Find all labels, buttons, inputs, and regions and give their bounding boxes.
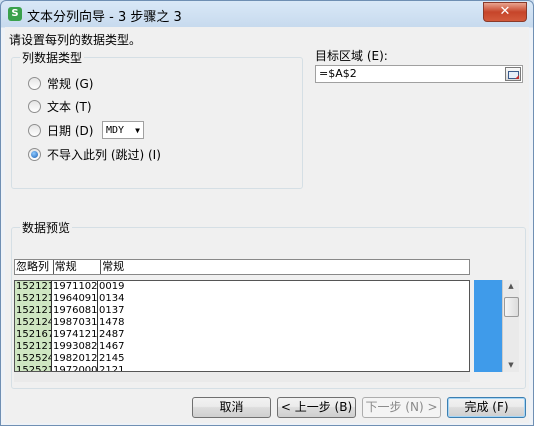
wps-spreadsheet-icon: S — [8, 7, 22, 21]
preview-vertical-scrollbar[interactable]: ▲ ▼ — [502, 280, 519, 372]
close-button[interactable]: ✕ — [483, 2, 527, 22]
date-format-value: MDY — [106, 125, 125, 136]
preview-cell: 0134 — [99, 293, 125, 304]
preview-cell: 152121 — [15, 305, 52, 317]
destination-field[interactable]: =$A$2 — [315, 65, 523, 83]
preview-cell: 19711024 — [53, 281, 98, 293]
preview-cell: 152167 — [15, 329, 52, 341]
radio-general-label: 常规 (G) — [47, 76, 94, 91]
data-preview-group-label: 数据预览 — [20, 219, 73, 236]
back-button[interactable]: < 上一步 (B) — [277, 397, 356, 418]
preview-cell: 19720001 — [52, 365, 98, 371]
table-row: 152167 19741211 2487 — [15, 329, 469, 341]
preview-cell: 1467 — [99, 341, 125, 352]
table-row: 152521 19720001 2121 — [15, 365, 469, 372]
column-type-group: 列数据类型 常规 (G) 文本 (T) 日期 (D) MDY ▼ 不导入此列 (… — [11, 49, 303, 189]
preview-cell: 0137 — [99, 305, 125, 316]
preview-header-col3[interactable]: 常规 — [101, 260, 469, 274]
radio-general-button[interactable] — [28, 76, 41, 90]
scroll-down-icon[interactable]: ▼ — [503, 359, 519, 372]
table-row: 152121 19640912 0134 — [15, 293, 469, 305]
radio-text-button[interactable] — [28, 99, 41, 113]
destination-value: =$A$2 — [319, 67, 357, 80]
selected-column-highlight — [474, 280, 502, 372]
preview-cell: 152521 — [15, 365, 52, 371]
preview-cell: 19820129 — [53, 353, 98, 365]
preview-cell: 19870314 — [53, 317, 98, 329]
preview-cell: 152121 — [15, 341, 52, 353]
text-to-columns-dialog: S 文本分列向导 - 3 步骤之 3 ✕ 请设置每列的数据类型。 列数据类型 常… — [0, 0, 534, 426]
preview-cell: 152124 — [15, 317, 52, 329]
preview-header-col2[interactable]: 常规 — [54, 260, 102, 274]
radio-skip-button[interactable] — [28, 147, 41, 161]
table-row: 152524 19820129 2145 — [15, 353, 469, 365]
next-button[interactable]: 下一步 (N) > — [362, 397, 441, 418]
destination-label: 目标区域 (E): — [315, 49, 388, 63]
dialog-body: 请设置每列的数据类型。 列数据类型 常规 (G) 文本 (T) 日期 (D) M… — [5, 27, 529, 423]
range-select-icon[interactable] — [505, 67, 521, 81]
title-bar: S 文本分列向导 - 3 步骤之 3 ✕ — [1, 1, 533, 27]
radio-date-label: 日期 (D) — [47, 123, 94, 138]
preview-cell: 2487 — [99, 329, 125, 340]
window-title: 文本分列向导 - 3 步骤之 3 — [27, 10, 182, 25]
radio-text-label: 文本 (T) — [47, 99, 92, 114]
preview-header-skip[interactable]: 忽略列 — [15, 260, 54, 274]
column-type-group-label: 列数据类型 — [20, 49, 85, 66]
preview-cell: 19640912 — [53, 293, 98, 305]
radio-skip-label: 不导入此列 (跳过) (I) — [47, 147, 161, 162]
preview-cell: 2121 — [99, 365, 125, 372]
preview-cell: 19741211 — [53, 329, 98, 341]
chevron-down-icon: ▼ — [135, 126, 140, 135]
scroll-thumb[interactable] — [504, 297, 519, 317]
table-row: 152121 19760812 0137 — [15, 305, 469, 317]
instruction-text: 请设置每列的数据类型。 — [9, 33, 142, 47]
preview-cell: 19760812 — [53, 305, 98, 317]
table-row: 152124 19870314 1478 — [15, 317, 469, 329]
preview-cell: 2145 — [99, 353, 125, 364]
radio-date-button[interactable] — [28, 123, 41, 137]
radio-general[interactable]: 常规 (G) — [28, 74, 93, 92]
preview-cell: 152121 — [15, 281, 52, 293]
scroll-up-icon[interactable]: ▲ — [503, 280, 519, 293]
preview-grid[interactable]: 152121 19711024 0019 152121 19640912 013… — [14, 280, 470, 372]
radio-text[interactable]: 文本 (T) — [28, 97, 92, 115]
preview-cell: 152121 — [15, 293, 52, 305]
preview-cell: 19930824 — [53, 341, 98, 353]
date-format-select[interactable]: MDY ▼ — [102, 121, 144, 139]
table-row: 152121 19711024 0019 — [15, 281, 469, 293]
radio-skip[interactable]: 不导入此列 (跳过) (I) — [28, 145, 161, 163]
cancel-button[interactable]: 取消 — [192, 397, 271, 418]
preview-cell: 152524 — [15, 353, 52, 365]
preview-cell: 0019 — [99, 281, 125, 292]
preview-column-headers: 忽略列 常规 常规 — [14, 259, 470, 275]
finish-button[interactable]: 完成 (F) — [447, 397, 526, 418]
table-row: 152121 19930824 1467 — [15, 341, 469, 353]
radio-date[interactable]: 日期 (D) — [28, 121, 93, 139]
preview-horizontal-scrollbar[interactable] — [14, 372, 470, 382]
preview-cell: 1478 — [99, 317, 125, 328]
